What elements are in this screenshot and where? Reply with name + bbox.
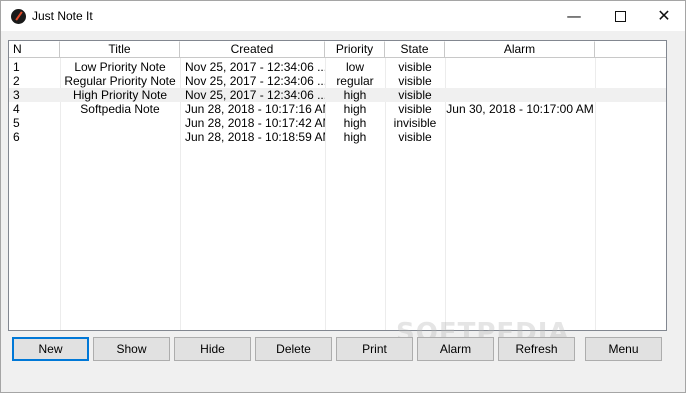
hide-button[interactable]: Hide — [174, 337, 251, 361]
cell-state: visible — [398, 102, 432, 116]
cell-alarm — [445, 116, 595, 130]
cell-created: Jun 28, 2018 - 10:17:42 AM — [185, 116, 325, 130]
cell-created: Nov 25, 2017 - 12:34:06 ... — [185, 60, 325, 74]
cell-state: visible — [398, 130, 432, 144]
cell-n: 5 — [13, 116, 20, 130]
cell-title: Regular Priority Note — [64, 74, 176, 88]
cell-alarm — [445, 130, 595, 144]
table-row[interactable]: 1 Low Priority Note Nov 25, 2017 - 12:34… — [9, 60, 666, 74]
cell-title: Softpedia Note — [80, 102, 160, 116]
notes-list[interactable]: N Title Created Priority State Alarm 1 L… — [8, 40, 667, 331]
cell-priority: high — [343, 88, 367, 102]
cell-title — [60, 116, 180, 130]
column-header-filler — [595, 41, 666, 58]
list-header: N Title Created Priority State Alarm — [9, 41, 666, 58]
column-header-alarm[interactable]: Alarm — [445, 41, 595, 58]
menu-button[interactable]: Menu — [585, 337, 662, 361]
cell-title — [60, 130, 180, 144]
alarm-button[interactable]: Alarm — [417, 337, 494, 361]
cell-priority: high — [343, 130, 367, 144]
delete-button[interactable]: Delete — [255, 337, 332, 361]
table-row[interactable]: 3 High Priority Note Nov 25, 2017 - 12:3… — [9, 88, 666, 102]
cell-alarm: Jun 30, 2018 - 10:17:00 AM — [446, 102, 594, 116]
cell-n: 2 — [13, 74, 20, 88]
column-header-created[interactable]: Created — [180, 41, 325, 58]
cell-state: visible — [398, 60, 432, 74]
title-bar: Just Note It — ✕ — [1, 1, 685, 31]
cell-state: visible — [398, 74, 432, 88]
cell-priority: high — [343, 116, 367, 130]
cell-n: 4 — [13, 102, 20, 116]
cell-n: 1 — [13, 60, 20, 74]
new-button[interactable]: New — [12, 337, 89, 361]
cell-title: Low Priority Note — [74, 60, 166, 74]
cell-alarm — [445, 88, 595, 102]
column-header-title[interactable]: Title — [60, 41, 180, 58]
cell-n: 6 — [13, 130, 20, 144]
app-icon — [11, 9, 26, 24]
cell-state: visible — [398, 88, 432, 102]
column-header-priority[interactable]: Priority — [325, 41, 385, 58]
cell-alarm — [445, 60, 595, 74]
print-button[interactable]: Print — [336, 337, 413, 361]
cell-priority: low — [345, 60, 364, 74]
table-row[interactable]: 5 Jun 28, 2018 - 10:17:42 AM high invisi… — [9, 116, 666, 130]
window-title: Just Note It — [32, 9, 93, 23]
cell-created: Nov 25, 2017 - 12:34:06 ... — [185, 74, 325, 88]
cell-created: Jun 28, 2018 - 10:18:59 AM — [185, 130, 325, 144]
table-row[interactable]: 6 Jun 28, 2018 - 10:18:59 AM high visibl… — [9, 130, 666, 144]
cell-priority: regular — [336, 74, 374, 88]
table-row[interactable]: 2 Regular Priority Note Nov 25, 2017 - 1… — [9, 74, 666, 88]
show-button[interactable]: Show — [93, 337, 170, 361]
refresh-button[interactable]: Refresh — [498, 337, 575, 361]
cell-title: High Priority Note — [72, 88, 168, 102]
minimize-icon[interactable]: — — [551, 1, 597, 31]
close-icon[interactable]: ✕ — [641, 1, 686, 31]
column-header-state[interactable]: State — [385, 41, 445, 58]
cell-state: invisible — [393, 116, 437, 130]
column-header-n[interactable]: N — [9, 41, 60, 58]
cell-alarm — [445, 74, 595, 88]
cell-priority: high — [343, 102, 367, 116]
maximize-icon[interactable] — [597, 1, 643, 31]
cell-created: Nov 25, 2017 - 12:34:06 ... — [185, 88, 325, 102]
cell-n: 3 — [13, 88, 20, 102]
table-row[interactable]: 4 Softpedia Note Jun 28, 2018 - 10:17:16… — [9, 102, 666, 116]
cell-created: Jun 28, 2018 - 10:17:16 AM — [185, 102, 325, 116]
